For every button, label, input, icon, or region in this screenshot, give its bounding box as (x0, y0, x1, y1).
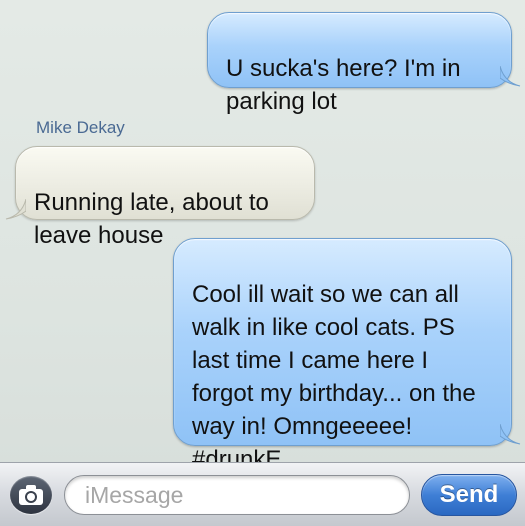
outgoing-message-bubble[interactable]: U sucka's here? I'm in parking lot (207, 12, 512, 115)
composer-bar: iMessage Send (0, 462, 525, 526)
message-input-placeholder: iMessage (85, 482, 184, 508)
bubble-tail (5, 199, 26, 220)
incoming-message-bubble[interactable]: Running late, about to leave house (15, 146, 315, 249)
send-button[interactable]: Send (421, 474, 517, 516)
camera-button[interactable] (10, 476, 52, 514)
message-thread: U sucka's here? I'm in parking lot Mike … (0, 0, 525, 473)
camera-icon (19, 485, 43, 505)
bubble-tail (500, 424, 521, 445)
bubble-tail (500, 66, 521, 87)
message-text: Cool ill wait so we can all walk in like… (192, 281, 476, 473)
sender-name: Mike Dekay (36, 118, 125, 137)
message-input[interactable]: iMessage (64, 475, 410, 515)
message-text: U sucka's here? I'm in parking lot (226, 55, 461, 115)
outgoing-message-bubble[interactable]: Cool ill wait so we can all walk in like… (173, 238, 512, 473)
